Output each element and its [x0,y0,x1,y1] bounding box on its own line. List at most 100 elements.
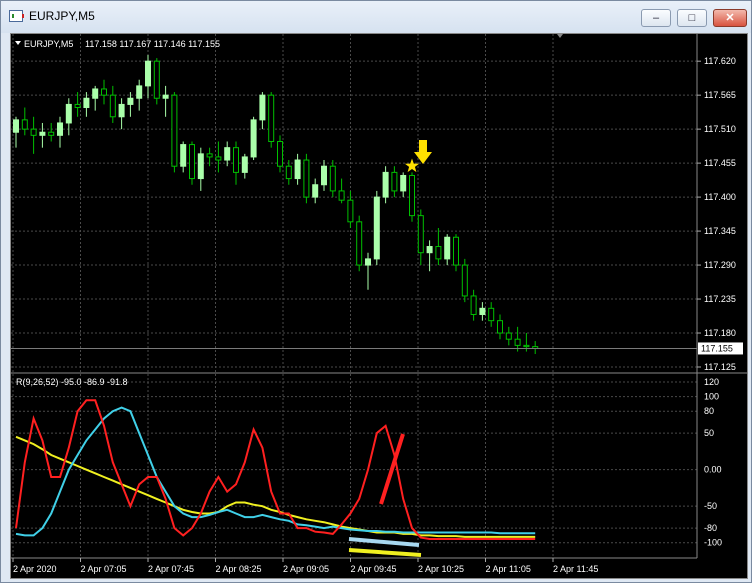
candle-body [127,97,134,105]
candle-body [136,85,143,99]
candle-body [39,131,46,136]
candle-body [224,147,231,161]
time-label: 2 Apr 08:25 [216,564,262,574]
price-tick-label: 117.510 [704,124,736,134]
candle-body [356,221,363,266]
indicator-axis: 120 100 80 50 0.00 -50 -80 -100 [704,377,722,548]
indicator-tick-label: 100 [704,392,719,402]
candle-body [13,119,19,133]
chart-canvas[interactable]: 117.620 117.565 117.510 117.455 117.400 117.3… [11,34,747,578]
candle-body [241,156,248,173]
candle-body [417,215,424,254]
candle-body [488,307,495,322]
candles [11,55,697,355]
indicator-tick-label: -100 [704,538,722,548]
yellow-line [15,435,536,538]
candle-body [338,190,345,201]
candle-body [294,159,301,180]
candle-body [426,246,433,254]
candle-body [250,119,257,158]
symbol-label: EURJPY,M5 [24,39,73,49]
price-tick-label: 117.565 [704,90,736,100]
candle-body [409,174,415,217]
candle-body [505,332,512,340]
sell-arrow-icon [414,140,432,164]
candle-body [514,338,521,346]
time-label: 2 Apr 11:05 [486,564,531,574]
terminal-window: EURJPY,M5 – □ ✕ 117.620 117.565 117.510 117… [0,0,752,583]
yellow-trendline [348,548,422,557]
indicator-tick-label: 50 [704,428,714,438]
star-icon [404,158,420,173]
candle-body [74,103,81,109]
candle-body [373,196,380,260]
candle-body [453,236,459,266]
candle-body [153,60,160,99]
candle-body [92,88,99,99]
candle-body [312,184,319,198]
candle-body [206,153,213,158]
candle-body [277,140,283,167]
candle-body [197,153,204,180]
price-axis: 117.620 117.565 117.510 117.455 117.400 117.3… [697,56,743,372]
candle-body [259,94,266,121]
chart-menu-triangle-icon[interactable] [15,41,21,45]
window-title: EURJPY,M5 [29,9,95,23]
candle-body [347,199,354,223]
candle-body [391,171,398,192]
candle-body [382,171,389,198]
candle-body [48,131,55,136]
candle-body [83,97,90,109]
price-tick-label: 117.345 [704,226,736,236]
candle-body [171,94,178,167]
candle-body [215,156,222,161]
candle-body [470,295,477,315]
candle-body [444,236,451,260]
candle-body [497,320,503,334]
candle-body [321,165,327,186]
close-button[interactable]: ✕ [713,9,747,27]
candle-body [303,159,310,198]
blue-trendline [348,537,420,547]
time-label: 2 Apr 11:45 [553,564,598,574]
chart-window-icon [9,10,24,22]
time-label: 2 Apr 07:05 [81,564,127,574]
price-tick-label: 117.180 [704,328,736,338]
indicator-tick-label: 120 [704,377,719,387]
candle-body [21,119,28,130]
chart-area[interactable]: 117.620 117.565 117.510 117.455 117.400 117.3… [10,33,748,579]
indicator-tick-label: 0.00 [704,465,722,475]
candle-body [479,307,486,315]
time-label: 2 Apr 07:45 [148,564,194,574]
minimize-button[interactable]: – [641,9,671,27]
price-tick-label: 117.400 [704,192,736,202]
price-tick-label: 117.290 [704,260,736,270]
candle-body [329,165,336,192]
candle-body [400,174,407,192]
maximize-button[interactable]: □ [677,9,707,27]
candle-body [180,144,187,167]
candle-body [162,94,169,99]
current-price-label: 117.155 [701,343,733,353]
indicator-tick-label: -80 [704,523,717,533]
candle-body [30,128,37,136]
candle-body [268,94,275,142]
time-label: 2 Apr 09:05 [283,564,329,574]
price-tick-label: 117.235 [704,294,736,304]
candle-body [365,258,371,266]
indicator-tick-label: 80 [704,406,714,416]
candle-body [65,103,72,124]
indicator-label: R(9,26,52) -95.0 -86.9 -91.8 [16,377,128,387]
time-label: 2 Apr 10:25 [418,564,464,574]
candle-body [233,147,239,173]
candle-body [285,165,292,180]
candle-body [461,264,468,297]
time-axis: 2 Apr 2020 2 Apr 07:05 2 Apr 07:45 2 Apr 08… [12,558,598,574]
candle-body [435,246,442,260]
indicator-tick-label: -50 [704,501,717,511]
cyan-line [15,406,536,537]
title-bar[interactable]: EURJPY,M5 – □ ✕ [1,1,751,33]
chart-shift-marker-icon[interactable] [557,34,563,38]
candle-body [523,344,530,348]
candle-body [118,103,125,118]
